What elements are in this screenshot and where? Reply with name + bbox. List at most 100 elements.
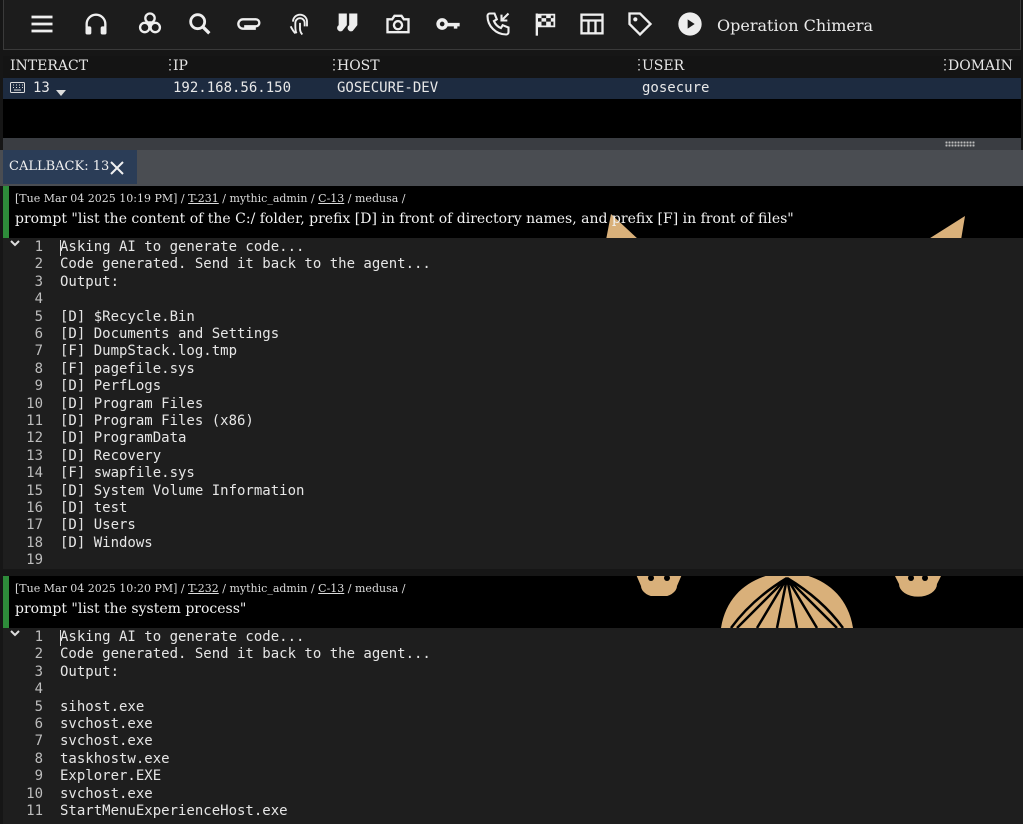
text-cursor bbox=[60, 240, 61, 256]
line-text: [D] Program Files (x86) bbox=[60, 413, 254, 429]
mask-decoration bbox=[895, 576, 941, 597]
task-id-link[interactable]: T-231 bbox=[188, 192, 219, 205]
tag-icon[interactable] bbox=[624, 8, 656, 40]
line-text: [D] Documents and Settings bbox=[60, 326, 280, 342]
output-line: 6 svchost.exe bbox=[3, 716, 1023, 733]
flower-decoration bbox=[721, 576, 853, 628]
output-line: 16 [D] test bbox=[3, 500, 1023, 517]
task-output[interactable]: 1 Asking AI to generate code... 2 Code gene… bbox=[3, 628, 1023, 824]
keyboard-icon[interactable] bbox=[10, 81, 25, 97]
output-line: 15 [D] System Volume Information bbox=[3, 483, 1023, 500]
search-icon[interactable] bbox=[184, 8, 216, 40]
fingerprint-icon[interactable] bbox=[284, 8, 316, 40]
output-line: 2 Code generated. Send it back to the age… bbox=[3, 646, 1023, 663]
output-line: 18 [D] Windows bbox=[3, 535, 1023, 552]
line-number: 4 bbox=[34, 681, 43, 698]
line-text: Output: bbox=[60, 663, 120, 680]
callback-id-link[interactable]: C-13 bbox=[318, 192, 344, 205]
table-row[interactable]: 13 192.168.56.150 GOSECURE-DEV gosecure bbox=[3, 78, 1021, 99]
interact-callback-id[interactable]: 13 bbox=[33, 80, 50, 96]
line-number: 13 bbox=[26, 447, 43, 464]
line-number: 10 bbox=[26, 785, 43, 802]
line-number: 2 bbox=[34, 256, 43, 273]
phone-callback-icon[interactable] bbox=[482, 8, 514, 40]
output-line: 4 bbox=[3, 291, 1023, 308]
task-command[interactable]: prompt "list the content of the C:/ fold… bbox=[15, 211, 794, 227]
splitter bbox=[3, 138, 1021, 150]
line-text: [D] Recovery bbox=[60, 447, 162, 464]
mask-decoration bbox=[636, 576, 682, 596]
output-line: 3 Output: bbox=[3, 664, 1023, 681]
line-number: 3 bbox=[34, 273, 43, 290]
line-number: 9 bbox=[34, 768, 43, 785]
line-text: taskhostw.exe bbox=[60, 750, 170, 767]
caret-down-icon[interactable] bbox=[56, 84, 66, 100]
line-text: sihost.exe bbox=[60, 698, 145, 715]
output-line: 7 [F] DumpStack.log.tmp bbox=[3, 343, 1023, 360]
menu-icon[interactable] bbox=[26, 8, 58, 40]
output-line: 1 Asking AI to generate code... bbox=[3, 239, 1023, 256]
line-number: 10 bbox=[26, 395, 43, 412]
line-number: 5 bbox=[34, 698, 43, 715]
line-number: 15 bbox=[26, 482, 43, 499]
resize-handle[interactable] bbox=[945, 141, 975, 147]
task-id-link[interactable]: T-232 bbox=[188, 582, 219, 595]
camera-icon[interactable] bbox=[382, 8, 414, 40]
callback-ip: 192.168.56.150 bbox=[173, 80, 292, 96]
line-text: [D] Users bbox=[60, 517, 136, 534]
close-icon[interactable] bbox=[107, 158, 127, 178]
line-text: [F] swapfile.sys bbox=[60, 465, 195, 482]
key-icon[interactable] bbox=[432, 8, 464, 40]
output-line: 11 StartMenuExperienceHost.exe bbox=[3, 803, 1023, 820]
line-number: 6 bbox=[34, 716, 43, 732]
task-output[interactable]: 1 Asking AI to generate code... 2 Code gene… bbox=[3, 238, 1023, 569]
line-text: [F] DumpStack.log.tmp bbox=[60, 343, 238, 360]
line-number: 8 bbox=[34, 750, 43, 767]
callbacks-table: INTERACT ⋮ IP ⋮ HOST ⋮ USER ⋮ DOMAIN 13 … bbox=[3, 56, 1021, 138]
line-number: 12 bbox=[26, 430, 43, 447]
checkered-flag-icon[interactable] bbox=[529, 8, 561, 40]
line-number: 7 bbox=[34, 733, 43, 750]
callback-user: gosecure bbox=[642, 80, 710, 96]
line-number: 11 bbox=[26, 803, 43, 819]
line-text: Asking AI to generate code... bbox=[60, 239, 305, 255]
column-header-host[interactable]: HOST bbox=[337, 58, 380, 74]
task-agent: medusa bbox=[355, 582, 399, 595]
tab-bar bbox=[0, 150, 1023, 186]
column-header-interact[interactable]: INTERACT bbox=[10, 58, 88, 74]
column-header-ip[interactable]: IP bbox=[173, 58, 188, 74]
line-number: 6 bbox=[34, 326, 43, 342]
output-line: 3 Output: bbox=[3, 274, 1023, 291]
task-meta: [Tue Mar 04 2025 10:20 PM] / T-232 / myt… bbox=[15, 582, 406, 595]
headphones-icon[interactable] bbox=[80, 8, 112, 40]
line-text: [D] test bbox=[60, 500, 128, 516]
callback-id-link[interactable]: C-13 bbox=[318, 582, 344, 595]
column-header-domain[interactable]: DOMAIN bbox=[948, 58, 1013, 74]
output-line: 9 [D] PerfLogs bbox=[3, 378, 1023, 395]
tab-callback-13[interactable]: CALLBACK: 13 bbox=[3, 150, 137, 184]
line-text: Asking AI to generate code... bbox=[60, 629, 305, 645]
task-meta: [Tue Mar 04 2025 10:19 PM] / T-231 / myt… bbox=[15, 192, 406, 205]
line-text: [D] PerfLogs bbox=[60, 378, 162, 395]
fold-chevron-icon[interactable] bbox=[9, 238, 21, 249]
line-number: 2 bbox=[34, 646, 43, 663]
line-text: [D] System Volume Information bbox=[60, 482, 305, 499]
paperclip-icon[interactable] bbox=[234, 8, 266, 40]
output-line: 6 [D] Documents and Settings bbox=[3, 326, 1023, 343]
task-command[interactable]: prompt "list the system process" bbox=[15, 601, 246, 617]
line-text: svchost.exe bbox=[60, 785, 153, 802]
ear-decoration bbox=[930, 216, 965, 238]
line-number: 17 bbox=[26, 517, 43, 534]
column-header-user[interactable]: USER bbox=[642, 58, 684, 74]
biohazard-icon[interactable] bbox=[134, 8, 166, 40]
line-text: svchost.exe bbox=[60, 716, 153, 732]
fold-chevron-icon[interactable] bbox=[9, 628, 21, 639]
top-toolbar: Operation Chimera bbox=[3, 0, 1021, 50]
socks-icon[interactable] bbox=[332, 8, 364, 40]
output-line: 10 [D] Program Files bbox=[3, 396, 1023, 413]
table-icon[interactable] bbox=[576, 8, 608, 40]
operation-name[interactable]: Operation Chimera bbox=[717, 16, 873, 35]
output-line: 7 svchost.exe bbox=[3, 733, 1023, 750]
play-circle-icon[interactable] bbox=[674, 8, 706, 40]
line-text: Code generated. Send it back to the agen… bbox=[60, 256, 431, 273]
